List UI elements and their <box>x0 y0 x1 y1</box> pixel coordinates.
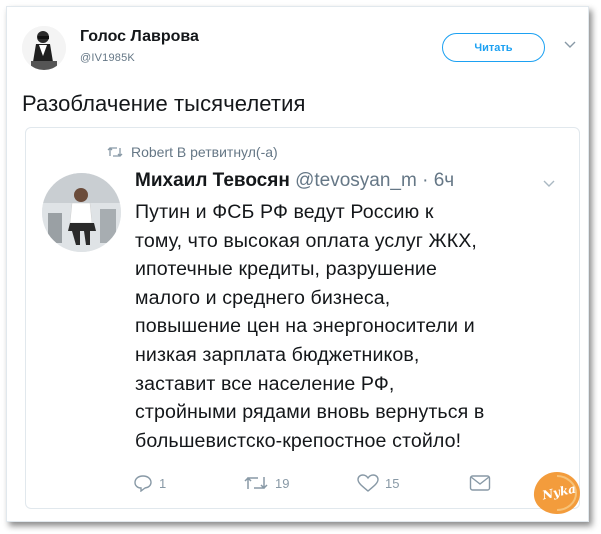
like-button[interactable]: 15 <box>357 474 399 492</box>
quoted-header: Михаил Тевосян @tevosyan_m · 6ч <box>135 170 454 192</box>
chevron-down-icon[interactable] <box>542 177 556 191</box>
quoted-text-line: тому, что высокая оплата услуг ЖКХ, <box>135 229 477 252</box>
tweet-text: Разоблачение тысячелетия <box>22 91 306 116</box>
avatar[interactable] <box>22 26 66 70</box>
envelope-icon <box>469 475 491 491</box>
author-handle[interactable]: @IV1985K <box>80 52 135 64</box>
follow-button[interactable]: Читать <box>442 33 545 62</box>
quoted-text-line: большевистско-крепостное стойло! <box>135 429 462 452</box>
quoted-text-line: ипотечные кредиты, разрушение <box>135 258 437 281</box>
quoted-avatar[interactable] <box>42 173 121 252</box>
reply-button[interactable]: 1 <box>133 474 166 492</box>
quoted-tweet-text: Путин и ФСБ РФ ведут Россию к тому, что … <box>135 198 565 455</box>
heart-icon <box>357 474 379 492</box>
retweet-button[interactable]: 19 <box>243 474 289 492</box>
retweet-context: Robert B ретвитнул(-а) <box>107 144 278 160</box>
retweet-icon <box>244 476 268 490</box>
author-name[interactable]: Голос Лаврова <box>80 28 199 46</box>
reply-icon <box>134 475 152 492</box>
like-count: 15 <box>385 475 400 491</box>
chevron-down-icon[interactable] <box>563 38 577 52</box>
tweet-actions: 1 19 15 <box>0 474 601 498</box>
retweet-icon <box>107 147 123 157</box>
retweet-context-label: Robert B ретвитнул(-а) <box>131 144 278 160</box>
quoted-author-name[interactable]: Михаил Тевосян <box>135 170 290 191</box>
quoted-text-line: низкая зарплата бюджетников, <box>135 343 420 366</box>
retweet-count: 19 <box>275 475 290 491</box>
quoted-text-line: малого и среднего бизнеса, <box>135 286 391 309</box>
quoted-author-meta[interactable]: @tevosyan_m · 6ч <box>295 170 454 191</box>
reply-count: 1 <box>159 475 167 491</box>
quoted-text-line: повышение цен на энергоносители и <box>135 315 475 338</box>
quoted-text-line: стройными рядами вновь вернуться в <box>135 401 485 424</box>
quoted-text-line: заставит все население РФ, <box>135 372 395 395</box>
quoted-text-line: Путин и ФСБ РФ ведут Россию к <box>135 201 434 223</box>
direct-message-button[interactable] <box>469 474 491 492</box>
